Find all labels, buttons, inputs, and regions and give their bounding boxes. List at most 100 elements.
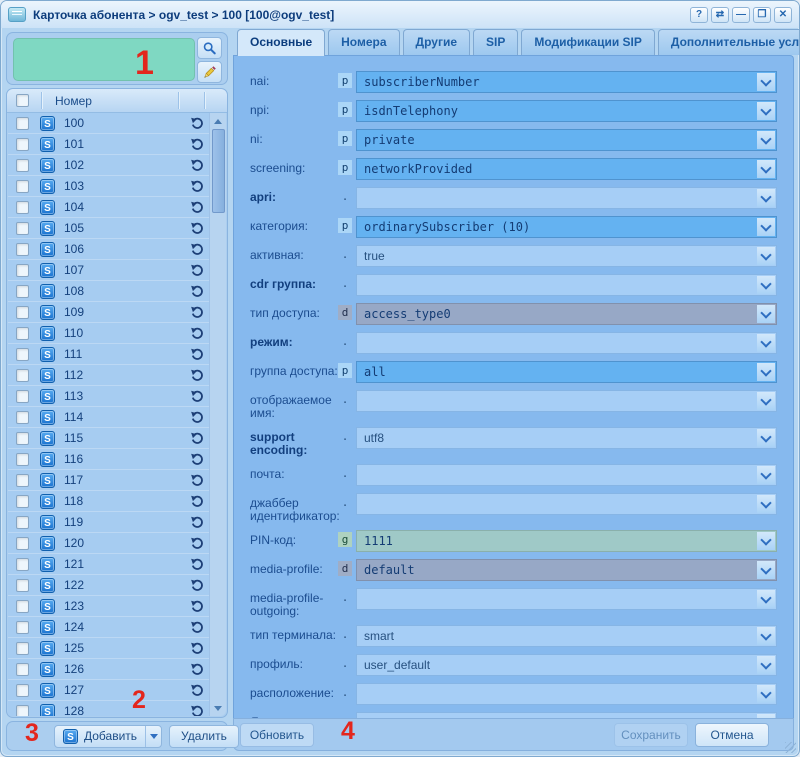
field-combobox[interactable]: isdnTelephony	[356, 100, 777, 122]
row-checkbox[interactable]	[16, 201, 29, 214]
row-checkbox[interactable]	[16, 117, 29, 130]
row-checkbox[interactable]	[16, 159, 29, 172]
field-combobox[interactable]: all	[356, 361, 777, 383]
row-checkbox[interactable]	[16, 411, 29, 424]
history-icon[interactable]	[190, 704, 205, 717]
list-row[interactable]: S113	[8, 386, 210, 407]
field-combobox[interactable]: networkProvided	[356, 158, 777, 180]
history-icon[interactable]	[190, 578, 205, 593]
refresh-window-icon[interactable]: ⇄	[711, 7, 729, 23]
maximize-icon[interactable]: ❒	[753, 7, 771, 23]
dropdown-arrow-icon[interactable]	[757, 276, 775, 294]
delete-button[interactable]: Удалить	[169, 725, 239, 748]
history-icon[interactable]	[190, 179, 205, 194]
dropdown-arrow-icon[interactable]	[757, 189, 775, 207]
field-combobox[interactable]	[356, 493, 777, 515]
list-row[interactable]: S119	[8, 512, 210, 533]
history-icon[interactable]	[190, 515, 205, 530]
history-icon[interactable]	[190, 305, 205, 320]
list-row[interactable]: S110	[8, 323, 210, 344]
history-icon[interactable]	[190, 536, 205, 551]
history-icon[interactable]	[190, 494, 205, 509]
dropdown-arrow-icon[interactable]	[757, 73, 775, 91]
dropdown-arrow-icon[interactable]	[757, 102, 775, 120]
dropdown-arrow-icon[interactable]	[757, 160, 775, 178]
field-combobox[interactable]: default	[356, 559, 777, 581]
row-checkbox[interactable]	[16, 474, 29, 487]
field-combobox[interactable]: true	[356, 245, 777, 267]
edit-button[interactable]	[197, 61, 222, 83]
history-icon[interactable]	[190, 641, 205, 656]
row-checkbox[interactable]	[16, 579, 29, 592]
search-button[interactable]	[197, 37, 222, 59]
list-row[interactable]: S123	[8, 596, 210, 617]
history-icon[interactable]	[190, 200, 205, 215]
history-icon[interactable]	[190, 326, 205, 341]
dropdown-arrow-icon[interactable]	[757, 392, 775, 410]
field-combobox[interactable]: access_type0	[356, 303, 777, 325]
dropdown-arrow-icon[interactable]	[757, 590, 775, 608]
row-checkbox[interactable]	[16, 621, 29, 634]
history-icon[interactable]	[190, 410, 205, 425]
history-icon[interactable]	[190, 347, 205, 362]
list-row[interactable]: S120	[8, 533, 210, 554]
field-combobox[interactable]: ordinarySubscriber (10)	[356, 216, 777, 238]
row-checkbox[interactable]	[16, 180, 29, 193]
list-row[interactable]: S115	[8, 428, 210, 449]
list-row[interactable]: S105	[8, 218, 210, 239]
row-checkbox[interactable]	[16, 369, 29, 382]
dropdown-arrow-icon[interactable]	[757, 561, 775, 579]
close-icon[interactable]: ✕	[774, 7, 792, 23]
history-icon[interactable]	[190, 137, 205, 152]
dropdown-arrow-icon[interactable]	[757, 247, 775, 265]
tab-sip[interactable]: SIP	[473, 29, 518, 55]
tab-другие[interactable]: Другие	[403, 29, 470, 55]
resize-grip[interactable]	[785, 742, 796, 753]
list-row[interactable]: S108	[8, 281, 210, 302]
history-icon[interactable]	[190, 473, 205, 488]
history-icon[interactable]	[190, 221, 205, 236]
field-combobox[interactable]	[356, 683, 777, 705]
refresh-button[interactable]: Обновить	[240, 723, 314, 747]
history-icon[interactable]	[190, 599, 205, 614]
list-row[interactable]: S111	[8, 344, 210, 365]
list-row[interactable]: S118	[8, 491, 210, 512]
field-combobox[interactable]	[356, 332, 777, 354]
column-header-number[interactable]: Номер	[55, 94, 92, 108]
row-checkbox[interactable]	[16, 663, 29, 676]
dropdown-arrow-icon[interactable]	[757, 334, 775, 352]
row-checkbox[interactable]	[16, 453, 29, 466]
dropdown-arrow-icon[interactable]	[757, 218, 775, 236]
list-row[interactable]: S124	[8, 617, 210, 638]
list-row[interactable]: S109	[8, 302, 210, 323]
dropdown-arrow-icon[interactable]	[757, 627, 775, 645]
history-icon[interactable]	[190, 557, 205, 572]
row-checkbox[interactable]	[16, 495, 29, 508]
scrollbar-thumb[interactable]	[212, 129, 225, 213]
tab-модификации-sip[interactable]: Модификации SIP	[521, 29, 655, 55]
row-checkbox[interactable]	[16, 390, 29, 403]
search-input[interactable]	[13, 38, 195, 81]
history-icon[interactable]	[190, 242, 205, 257]
field-combobox[interactable]: user_default	[356, 654, 777, 676]
history-icon[interactable]	[190, 284, 205, 299]
history-icon[interactable]	[190, 368, 205, 383]
row-checkbox[interactable]	[16, 432, 29, 445]
row-checkbox[interactable]	[16, 285, 29, 298]
list-row[interactable]: S116	[8, 449, 210, 470]
dropdown-arrow-icon[interactable]	[757, 429, 775, 447]
field-combobox[interactable]: smart	[356, 625, 777, 647]
field-combobox[interactable]: 1111	[356, 530, 777, 552]
history-icon[interactable]	[190, 116, 205, 131]
history-icon[interactable]	[190, 452, 205, 467]
field-combobox[interactable]	[356, 390, 777, 412]
tab-дополнительные-услуги[interactable]: Дополнительные услуги	[658, 29, 800, 55]
list-scrollbar[interactable]	[209, 113, 226, 716]
row-checkbox[interactable]	[16, 243, 29, 256]
row-checkbox[interactable]	[16, 264, 29, 277]
history-icon[interactable]	[190, 683, 205, 698]
row-checkbox[interactable]	[16, 642, 29, 655]
row-checkbox[interactable]	[16, 684, 29, 697]
list-row[interactable]: S125	[8, 638, 210, 659]
field-combobox[interactable]	[356, 274, 777, 296]
